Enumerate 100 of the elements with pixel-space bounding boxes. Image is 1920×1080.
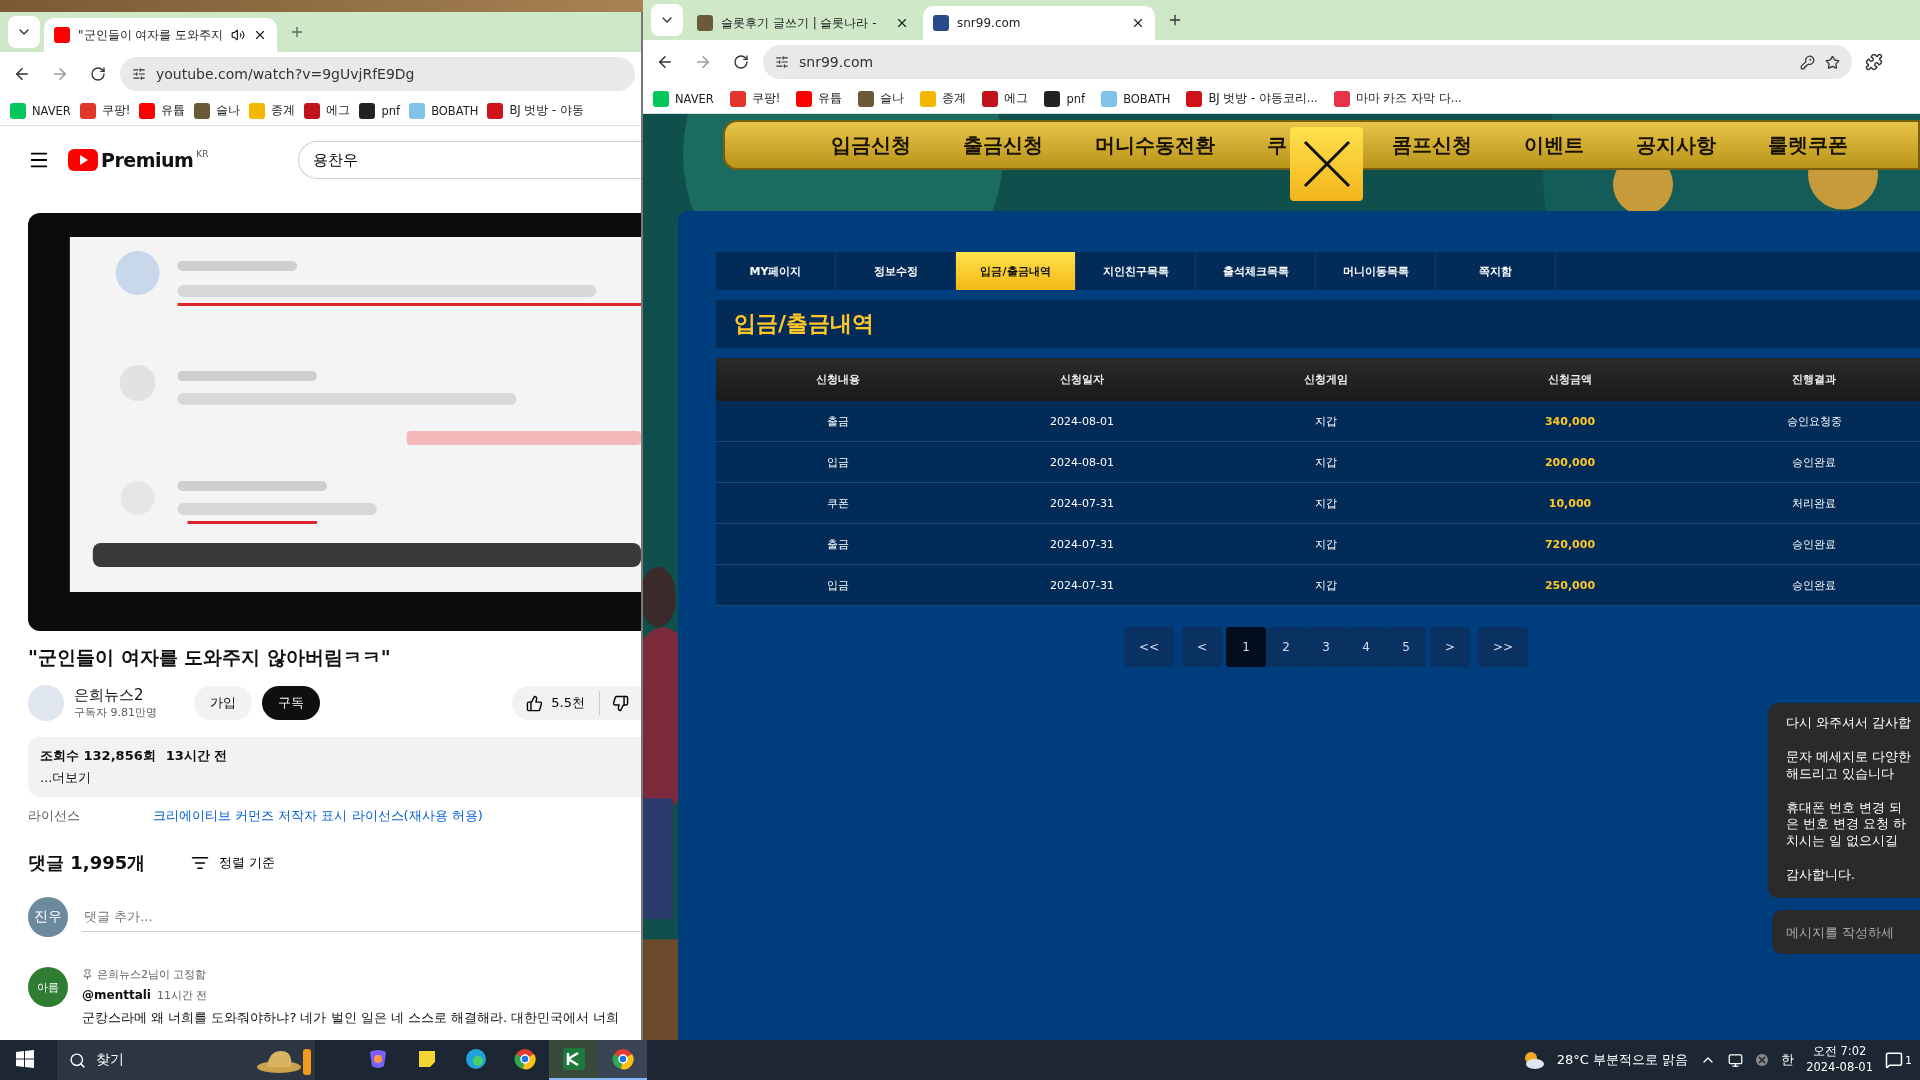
reload-icon xyxy=(90,66,106,82)
table-cell-text: 지갑 xyxy=(1314,577,1338,593)
site-icon xyxy=(933,15,949,31)
bookmark-link[interactable]: 유튭 xyxy=(139,102,186,119)
clock[interactable]: 오전 7:02 2024-08-01 xyxy=(1806,1044,1873,1076)
pinned-label: 은희뉴스2님이 고정함 xyxy=(82,967,620,982)
page-button[interactable]: 3 xyxy=(1306,627,1346,667)
page-button[interactable]: << xyxy=(1124,627,1174,667)
page-button[interactable]: 4 xyxy=(1346,627,1386,667)
notifications-button[interactable]: 1 xyxy=(1885,1051,1912,1069)
close-icon[interactable] xyxy=(1131,16,1145,30)
chat-message: 다시 와주셔서 감사합 xyxy=(1786,714,1912,732)
page-button[interactable]: 2 xyxy=(1266,627,1306,667)
bookmark-link[interactable]: 유튭 xyxy=(796,90,843,107)
page-button[interactable]: 5 xyxy=(1386,627,1426,667)
table-cell-text: 10,000 xyxy=(1547,496,1593,510)
table-cell-text: 승인요청중 xyxy=(1785,413,1843,429)
commenter-avatar[interactable]: 아름 xyxy=(28,967,68,1007)
more-link[interactable]: ...더보기 xyxy=(40,769,629,787)
site-settings-icon[interactable] xyxy=(132,67,146,81)
page-tab[interactable]: 출석체크목록 xyxy=(1196,252,1316,290)
section-heading: 입금/출금내역 xyxy=(716,300,1920,348)
speaker-icon xyxy=(231,28,246,42)
page-button[interactable]: > xyxy=(1430,627,1470,667)
status-icon[interactable] xyxy=(1755,1053,1770,1067)
page-tab[interactable]: 입금/출금내역 xyxy=(956,252,1076,290)
nav-link[interactable]: 출금신청 xyxy=(963,131,1043,159)
nav-link[interactable]: 이벤트 xyxy=(1524,131,1584,159)
bookmark-link[interactable]: BJ 벗방 - 야동코리... xyxy=(1186,90,1318,107)
channel-name[interactable]: 은희뉴스2 xyxy=(74,686,184,705)
page-button[interactable]: < xyxy=(1182,627,1222,667)
input-method-indicator[interactable]: 한 xyxy=(1781,1051,1795,1069)
region-label: KR xyxy=(196,149,209,159)
bookmark-link[interactable]: BJ 벗방 - 야동 xyxy=(487,102,584,119)
subscriber-count: 구독자 9.81만명 xyxy=(74,705,158,720)
page-button[interactable]: 1 xyxy=(1226,627,1266,667)
thumbs-up-icon xyxy=(526,694,544,712)
table-cell-text: 지갑 xyxy=(1314,454,1338,470)
page-tab[interactable]: MY페이지 xyxy=(716,252,836,290)
nav-link[interactable]: 머니수동전환 xyxy=(1095,131,1215,159)
chat-message: 문자 메세지로 다양한 해드리고 있습니다 xyxy=(1786,748,1912,783)
bookmark-link[interactable]: 종계 xyxy=(920,90,967,107)
sort-button[interactable]: 정렬 기준 xyxy=(185,853,282,873)
bookmark-link[interactable]: NAVER xyxy=(10,102,71,119)
search-field[interactable]: 용찬우 xyxy=(298,141,641,179)
page-tab[interactable]: 지인친구목록 xyxy=(1076,252,1196,290)
chat-message: 감사합니다. xyxy=(1786,867,1856,884)
page-button[interactable]: >> xyxy=(1478,627,1528,667)
comment-count: 댓글 1,995개 xyxy=(28,851,146,875)
bookmark-link[interactable]: 슬나 xyxy=(194,102,241,119)
subscribe-button[interactable]: 구독 xyxy=(262,686,320,720)
nav-link[interactable]: 쿠 xyxy=(1267,131,1287,159)
browser-tab[interactable]: snr99.com xyxy=(923,6,1155,40)
app-icon[interactable] xyxy=(549,1040,598,1080)
close-icon[interactable] xyxy=(895,16,909,30)
reload-icon xyxy=(733,54,749,70)
address-bar[interactable]: snr99.com xyxy=(763,45,1852,79)
nav-link[interactable]: 공지사항 xyxy=(1636,131,1716,159)
browser-tab[interactable]: 슬롯후기 글쓰기 | 슬롯나라 - xyxy=(687,6,919,40)
user-avatar: 진우 xyxy=(28,897,68,937)
chrome-browser-icon[interactable] xyxy=(598,1040,647,1080)
column-header: 신청일자 xyxy=(1059,372,1105,387)
bookmark-link[interactable]: 쿠팡! xyxy=(729,90,781,107)
bookmark-link[interactable]: NAVER xyxy=(653,90,714,107)
site-settings-icon[interactable] xyxy=(775,55,789,69)
table-cell-text: 2024-07-31 xyxy=(1049,578,1115,592)
thumbs-down-icon xyxy=(612,694,629,712)
comment-author[interactable]: @menttali xyxy=(82,988,151,1003)
nav-link[interactable]: 콤프신청 xyxy=(1392,131,1472,159)
license-link[interactable]: 크리에이티브 커먼즈 저작자 표시 라이선스(재사용 허용) xyxy=(153,807,483,825)
logo-text: Premium xyxy=(101,149,194,171)
taskbar-search-field[interactable]: 찾기 xyxy=(57,1040,315,1080)
page-tab[interactable]: 머니이동목록 xyxy=(1316,252,1436,290)
chat-input-field[interactable]: 메시지를 작성하세 xyxy=(1772,910,1920,954)
bookmark-star-icon[interactable] xyxy=(1825,54,1840,70)
bookmark-link[interactable]: BOBATH xyxy=(1101,90,1171,107)
bookmark-link[interactable]: 에그 xyxy=(982,90,1029,107)
close-button[interactable] xyxy=(1290,127,1363,201)
nav-link[interactable]: 입금신청 xyxy=(831,131,911,159)
bookmark-link[interactable]: pnf xyxy=(1044,90,1086,107)
weather-text[interactable]: 28°C 부분적으로 맑음 xyxy=(1556,1051,1689,1069)
bookmark-link[interactable]: pnf xyxy=(359,102,401,119)
address-bar[interactable]: youtube.com/watch?v=9gUvjRfE9Dg xyxy=(120,57,635,91)
bookmark-link[interactable]: 에그 xyxy=(304,102,351,119)
bookmark-link[interactable]: 마마 카즈 자막 다... xyxy=(1333,90,1462,107)
bookmark-link[interactable]: 쿠팡! xyxy=(79,102,131,119)
forward-arrow-icon xyxy=(694,53,712,71)
bookmark-link[interactable]: BOBATH xyxy=(409,102,479,119)
table-cell-text: 승인완료 xyxy=(1791,454,1837,470)
table-cell-text: 지갑 xyxy=(1314,495,1338,511)
bookmark-link[interactable]: 종계 xyxy=(249,102,296,119)
browser-tab[interactable]: "군인들이 여자를 도와주지 xyxy=(44,18,278,52)
description-box[interactable]: 조회수 132,856회 13시간 전 ...더보기 xyxy=(28,737,641,797)
comment-time: 11시간 전 xyxy=(157,988,208,1003)
table-cell-text: 지갑 xyxy=(1314,413,1338,429)
page-tab[interactable]: 쪽지함 xyxy=(1436,252,1556,290)
join-button[interactable]: 가입 xyxy=(194,686,252,720)
bookmark-link[interactable]: 슬나 xyxy=(858,90,905,107)
nav-link[interactable]: 룰렛쿠폰 xyxy=(1768,131,1848,159)
key-icon[interactable] xyxy=(1800,54,1815,70)
